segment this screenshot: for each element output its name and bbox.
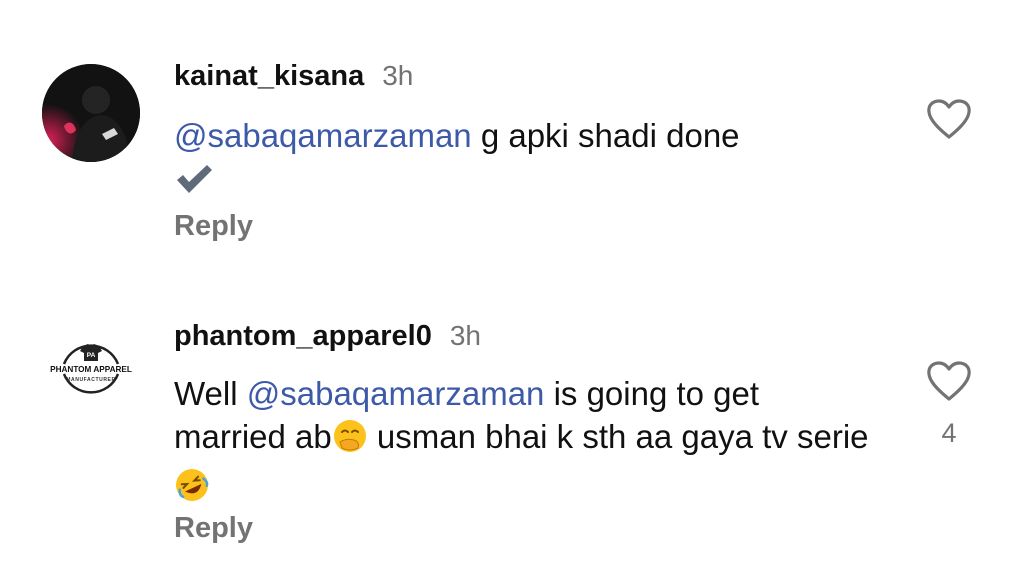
avatar-brand: PHANTOM APPAREL — [50, 365, 132, 374]
username[interactable]: kainat_kisana — [174, 60, 364, 93]
comment-text-part: g apki shadi done — [471, 117, 740, 154]
mention-link[interactable]: @sabaqamarzaman — [247, 375, 545, 412]
heart-icon[interactable] — [926, 98, 972, 140]
comment-item: PA PHANTOM APPAREL MANUFACTURER phantom_… — [0, 280, 1024, 586]
phantom-apparel-logo: PA PHANTOM APPAREL MANUFACTURER — [50, 344, 132, 394]
avatar-photo — [42, 64, 140, 162]
comment-text: Well @sabaqamarzaman is going to get mar… — [174, 372, 874, 513]
comment-header: kainat_kisana 3h — [174, 60, 413, 94]
comment-item: kainat_kisana 3h @sabaqamarzaman g apki … — [0, 0, 1024, 280]
reply-button[interactable]: Reply — [174, 210, 253, 243]
mention-link[interactable]: @sabaqamarzaman — [174, 117, 472, 154]
like-count: 4 — [941, 418, 957, 448]
comment-text: @sabaqamarzaman g apki shadi done — [174, 114, 874, 206]
avatar[interactable] — [42, 64, 140, 162]
username[interactable]: phantom_apparel0 — [174, 320, 432, 353]
timestamp: 3h — [449, 320, 481, 351]
comment-text-part: Well — [174, 375, 247, 412]
face-with-hand-over-mouth-icon — [332, 418, 368, 464]
heart-icon[interactable] — [926, 360, 972, 402]
reply-button[interactable]: Reply — [174, 512, 253, 545]
avatar[interactable]: PA PHANTOM APPAREL MANUFACTURER — [42, 320, 140, 418]
avatar-sub: MANUFACTURER — [66, 377, 115, 383]
timestamp: 3h — [382, 60, 414, 91]
heavy-check-mark-icon — [174, 162, 214, 206]
avatar-monogram: PA — [87, 352, 96, 359]
comment-text-part: usman bhai k sth aa gaya tv serie — [367, 418, 869, 455]
comment-header: phantom_apparel0 3h — [174, 320, 481, 354]
rolling-on-floor-laughing-icon — [174, 467, 210, 513]
